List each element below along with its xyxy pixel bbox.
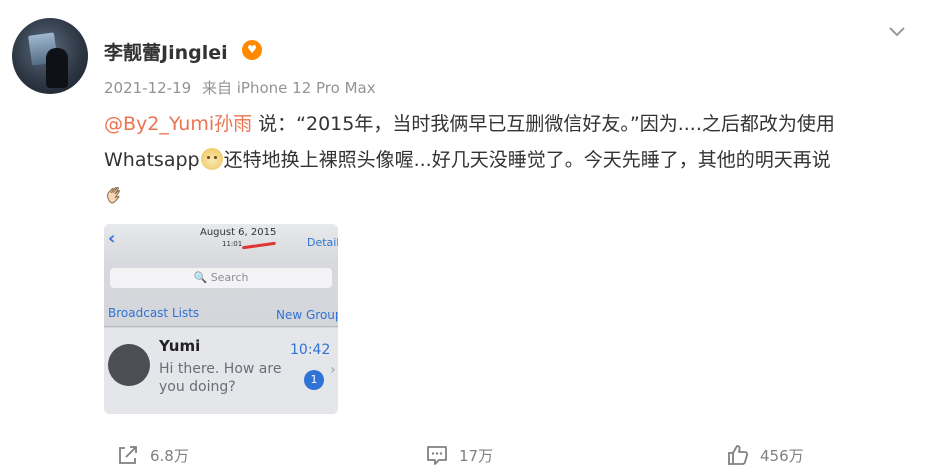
photo-unread-badge: 1 — [304, 370, 324, 390]
post-date[interactable]: 2021-12-19 — [104, 79, 191, 97]
post-image[interactable]: ‹ August 6, 2015 11:01 Details 🔍 Search … — [104, 224, 338, 414]
chevron-down-icon[interactable] — [888, 26, 906, 38]
like-button[interactable]: 456万 — [726, 443, 804, 467]
photo-time: 11:01 — [222, 240, 243, 248]
photo-new-group: New Group — [276, 308, 338, 322]
photo-contact-avatar — [108, 344, 150, 386]
source-device: iPhone 12 Pro Max — [236, 79, 376, 97]
author-avatar[interactable] — [12, 18, 88, 94]
photo-divider — [104, 326, 338, 327]
photo-back-icon: ‹ — [108, 228, 116, 249]
source-prefix: 来自 — [201, 79, 232, 97]
post-text-part2: 还特地换上裸照头像喔...好几天没睡觉了。今天先睡了，其他的明天再说 — [223, 149, 831, 171]
comment-icon — [427, 446, 447, 465]
comment-count: 17万 — [459, 446, 494, 465]
photo-broadcast: Broadcast Lists — [108, 306, 200, 320]
doge-emoji-icon — [200, 148, 223, 170]
photo-date: August 6, 2015 — [200, 227, 277, 238]
thumbs-up-icon — [728, 445, 749, 465]
share-count: 6.8万 — [150, 446, 189, 465]
photo-message-time: 10:42 — [290, 342, 331, 358]
comment-button[interactable]: 17万 — [425, 443, 493, 467]
photo-details: Details — [307, 236, 338, 249]
photo-search: 🔍 Search — [110, 268, 332, 288]
photo-contact-name: Yumi — [159, 337, 201, 355]
share-icon — [119, 446, 137, 464]
photo-message: Hi there. How are you doing? — [159, 361, 282, 395]
waving-hand-emoji-icon — [107, 187, 120, 204]
post-meta: 2021-12-19 来自 iPhone 12 Pro Max — [104, 77, 376, 98]
post-content: @By2_Yumi孙雨 说：“2015年，当时我俩早已互删微信好友。”因为...… — [104, 106, 904, 214]
vip-badge-icon: ♥ — [242, 40, 262, 60]
avatar-figure-shape — [46, 48, 68, 88]
share-button[interactable]: 6.8万 — [116, 443, 189, 467]
author-name[interactable]: 李靓蕾Jinglei — [104, 38, 228, 65]
like-count: 456万 — [760, 446, 804, 465]
photo-arrow-icon: › — [330, 362, 336, 378]
mention-link[interactable]: @By2_Yumi孙雨 — [104, 113, 252, 135]
